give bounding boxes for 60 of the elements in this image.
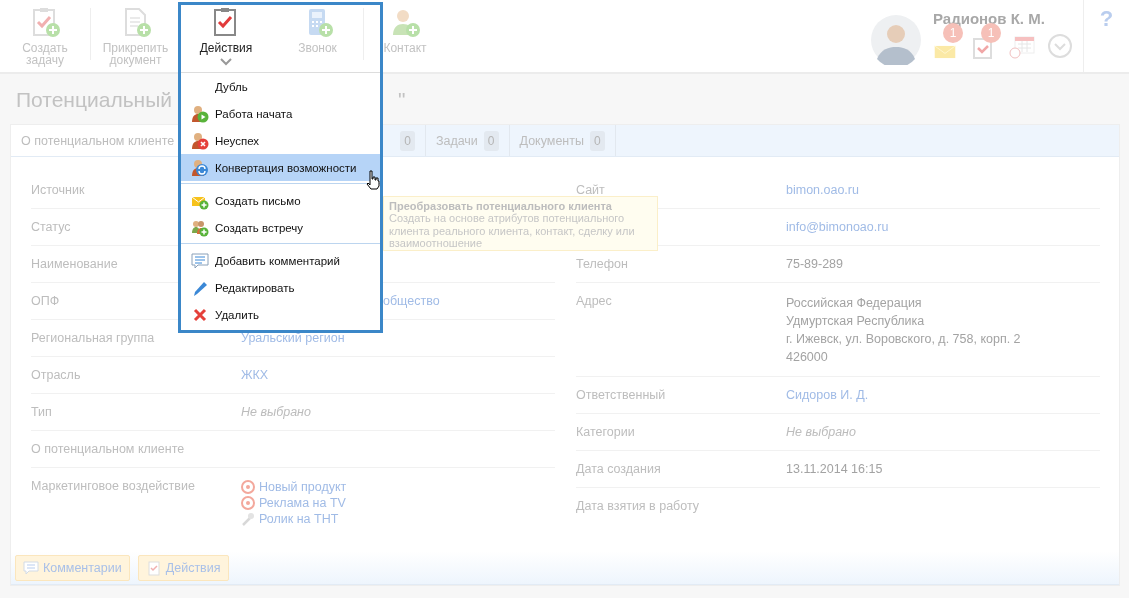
field-link[interactable]: ЖКХ bbox=[241, 368, 269, 383]
field-value: Удмуртская Республика bbox=[786, 313, 925, 330]
avatar bbox=[871, 15, 921, 65]
field-link[interactable]: Уральский регион bbox=[241, 331, 345, 346]
count-badge: 0 bbox=[400, 130, 415, 151]
field-value: Не выбрано bbox=[786, 425, 856, 440]
chevron-down-circle-icon[interactable] bbox=[1047, 33, 1073, 59]
field-value: г. Ижевск, ул. Воровского, д. 758, корп. 2 bbox=[786, 331, 1021, 348]
field-link[interactable]: Реклама на TV bbox=[241, 495, 346, 511]
field-value: 13.11.2014 16:15 bbox=[786, 462, 883, 477]
person-cross-icon bbox=[191, 131, 209, 150]
field-value: 426000 bbox=[786, 349, 828, 366]
field-label: Дата создания bbox=[576, 462, 661, 477]
field-label: Адрес bbox=[576, 294, 612, 309]
field-label: Сайт bbox=[576, 183, 605, 198]
field-link[interactable]: Ролик на ТНТ bbox=[241, 511, 339, 527]
envelope-icon bbox=[933, 45, 957, 59]
field-link[interactable]: Сидоров И. Д. bbox=[786, 388, 869, 403]
tab[interactable]: Задачи 0 bbox=[425, 125, 510, 156]
help-button[interactable]: ? bbox=[1095, 6, 1118, 32]
page-title: " bbox=[398, 88, 406, 112]
field-label: Статус bbox=[31, 220, 71, 235]
field-link[interactable]: info@bimonoao.ru bbox=[786, 220, 889, 235]
field-link[interactable]: bimon.oao.ru bbox=[786, 183, 859, 198]
field-value: Не выбрано bbox=[241, 405, 311, 420]
field-label: О потенциальном клиенте bbox=[31, 442, 185, 457]
comment-icon bbox=[191, 251, 209, 270]
field-label: Тип bbox=[31, 405, 52, 420]
field-label: Маркетинговое воздействие bbox=[31, 479, 195, 494]
field-label: Наименование bbox=[31, 257, 118, 272]
calendar-icon bbox=[1009, 33, 1035, 59]
person-arrows-icon bbox=[191, 158, 209, 177]
field-label: Региональная группа bbox=[31, 331, 155, 346]
field-value: Российская Федерация bbox=[786, 295, 922, 312]
comment-icon bbox=[23, 559, 39, 576]
target-icon bbox=[241, 480, 255, 494]
count-badge: 0 bbox=[483, 130, 499, 151]
field-label: Источник bbox=[31, 183, 85, 198]
field-label: Категории bbox=[576, 425, 635, 440]
field-label: Ответственный bbox=[576, 388, 666, 403]
count-badge: 1 bbox=[981, 23, 1001, 43]
field-value: 75-89-289 bbox=[786, 257, 843, 272]
person-play-icon bbox=[191, 104, 209, 123]
field-label: Телефон bbox=[576, 257, 628, 272]
field-link[interactable]: Новый продукт bbox=[241, 479, 347, 495]
field-label: Отрасль bbox=[31, 368, 81, 383]
footer-button[interactable]: Комментарии bbox=[15, 554, 130, 581]
field-label: Дата взятия в работу bbox=[576, 499, 700, 514]
count-badge: 0 bbox=[589, 130, 605, 151]
clipboard-icon bbox=[145, 559, 162, 576]
footer-button[interactable]: Действия bbox=[137, 554, 229, 581]
tooltip-title: Преобразовать потенциального клиента bbox=[389, 200, 613, 212]
people-plus-icon bbox=[191, 218, 209, 237]
tab[interactable]: 0 bbox=[390, 125, 426, 156]
field-label: ОПФ bbox=[31, 294, 60, 309]
tab[interactable]: Документы 0 bbox=[509, 125, 616, 156]
target-icon bbox=[241, 496, 255, 510]
chevron-down-icon bbox=[220, 58, 232, 66]
wrench-icon bbox=[241, 512, 255, 526]
menu-item[interactable]: Конвертация возможности bbox=[181, 154, 380, 181]
